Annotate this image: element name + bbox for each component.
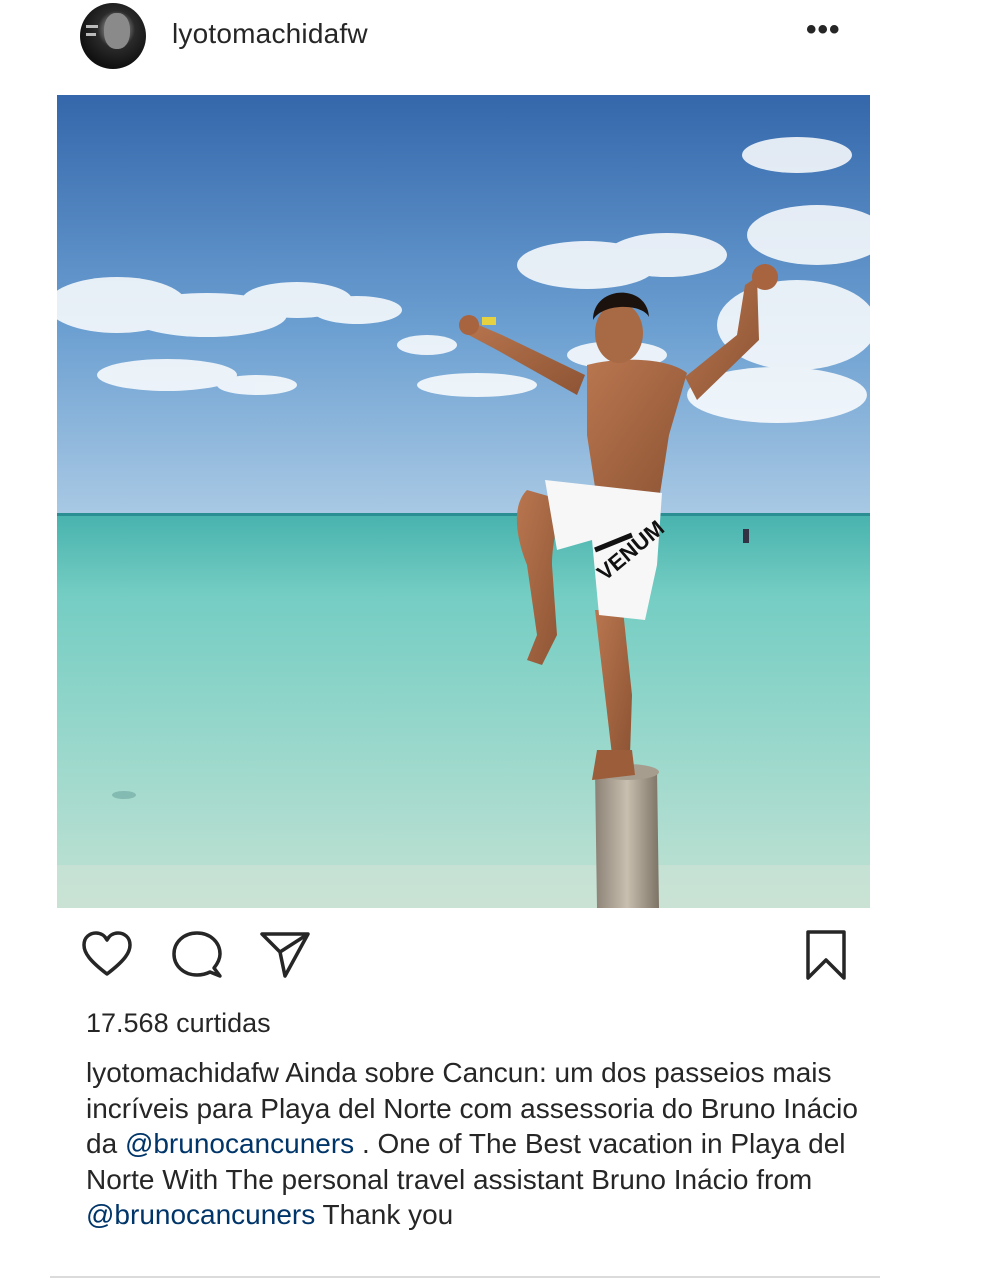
action-bar [0,920,990,990]
more-icon[interactable]: ••• [806,15,840,50]
avatar-detail [86,25,98,28]
avatar-face [104,13,130,49]
send-icon[interactable] [258,928,312,982]
caption-mention[interactable]: @brunocancuners [86,1199,315,1230]
divider [50,1276,880,1278]
bookmark-icon[interactable] [800,928,854,982]
comment-icon[interactable] [170,928,224,982]
beach-photo: VENUM [57,95,870,908]
post-caption: lyotomachidafw Ainda sobre Cancun: um do… [86,1055,886,1233]
avatar-detail [86,33,96,36]
likes-count[interactable]: 17.568 curtidas [86,1008,271,1039]
caption-mention[interactable]: @brunocancuners [125,1128,354,1159]
post-photo[interactable]: VENUM [57,95,870,908]
heart-icon[interactable] [80,928,134,982]
post-header: lyotomachidafw ••• [0,0,990,80]
caption-text: Thank you [315,1199,454,1230]
post-username[interactable]: lyotomachidafw [172,18,368,50]
caption-username[interactable]: lyotomachidafw [86,1057,279,1088]
avatar[interactable] [80,3,146,69]
